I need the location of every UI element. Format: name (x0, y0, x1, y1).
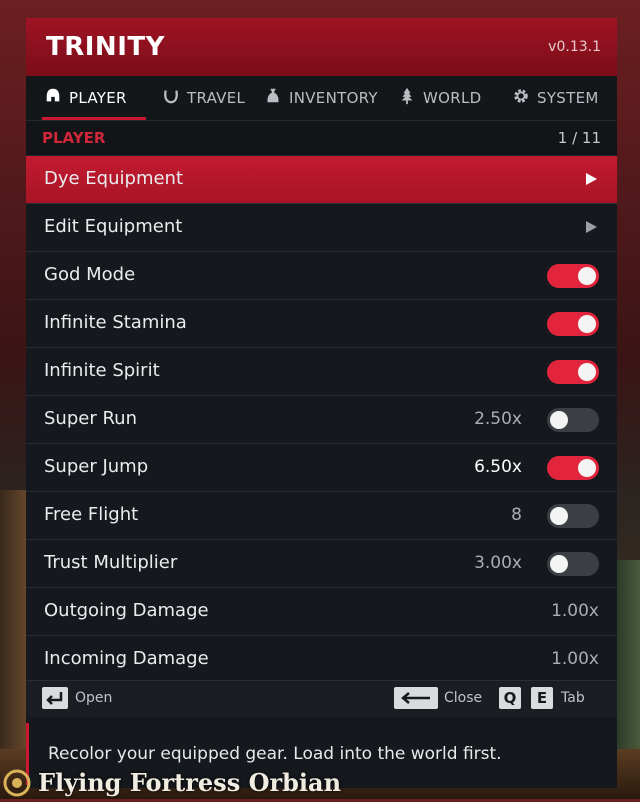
open-hint: Open (75, 690, 113, 706)
gear-icon (512, 87, 530, 109)
tab-player[interactable]: PLAYER (42, 76, 146, 120)
option-outgoing-damage[interactable]: Outgoing Damage 1.00x (26, 588, 617, 636)
tab-travel-label: TRAVEL (187, 89, 246, 107)
toggle-switch[interactable] (547, 504, 599, 528)
backspace-key-icon (394, 687, 438, 709)
toggle-switch[interactable] (547, 552, 599, 576)
tab-system-label: SYSTEM (537, 89, 599, 107)
tab-travel[interactable]: TRAVEL (162, 76, 245, 120)
option-label: Super Run (44, 408, 137, 429)
horseshoe-icon (162, 87, 180, 109)
toggle-knob (578, 459, 596, 477)
section-title: PLAYER (42, 129, 106, 147)
option-label: Super Jump (44, 456, 149, 477)
toggle-knob (578, 315, 596, 333)
toggle-switch[interactable] (547, 360, 599, 384)
option-infinite-stamina[interactable]: Infinite Stamina (26, 300, 617, 348)
tab-hint: Tab (561, 690, 585, 706)
app-version: v0.13.1 (548, 39, 601, 55)
option-value: 1.00x (551, 601, 599, 621)
tab-inventory-label: INVENTORY (289, 89, 378, 107)
section-header: PLAYER 1 / 11 (26, 121, 617, 156)
toggle-knob (578, 267, 596, 285)
option-label: Edit Equipment (44, 216, 183, 237)
toggle-knob (578, 363, 596, 381)
location-name: Flying Fortress Orbian (38, 768, 342, 797)
helmet-icon (44, 87, 62, 109)
submenu-arrow-icon (586, 173, 597, 185)
option-label: Incoming Damage (44, 648, 209, 669)
option-value: 2.50x (474, 409, 522, 429)
tab-system[interactable]: SYSTEM (512, 76, 599, 120)
tree-icon (398, 87, 416, 109)
option-value: 3.00x (474, 553, 522, 573)
tab-world-label: WORLD (423, 89, 482, 107)
option-label: Trust Multiplier (44, 552, 178, 573)
submenu-arrow-icon (586, 221, 597, 233)
option-super-jump[interactable]: Super Jump 6.50x (26, 444, 617, 492)
enter-key-icon (42, 687, 68, 709)
tab-inventory[interactable]: INVENTORY (264, 76, 378, 120)
option-label: Outgoing Damage (44, 600, 209, 621)
tab-player-label: PLAYER (69, 89, 127, 107)
option-super-run[interactable]: Super Run 2.50x (26, 396, 617, 444)
location-emblem-icon (2, 768, 32, 798)
toggle-knob (550, 555, 568, 573)
option-trust-multiplier[interactable]: Trust Multiplier 3.00x (26, 540, 617, 588)
option-label: God Mode (44, 264, 136, 285)
option-free-flight[interactable]: Free Flight 8 (26, 492, 617, 540)
option-list: Dye Equipment Edit Equipment God Mode In… (26, 156, 617, 684)
toggle-switch[interactable] (547, 456, 599, 480)
option-dye-equipment[interactable]: Dye Equipment (26, 156, 617, 204)
option-value: 8 (511, 505, 522, 525)
sack-icon (264, 87, 282, 109)
toggle-switch[interactable] (547, 312, 599, 336)
e-key-icon: E (531, 687, 553, 709)
option-infinite-spirit[interactable]: Infinite Spirit (26, 348, 617, 396)
option-label: Infinite Spirit (44, 360, 160, 381)
option-value: 6.50x (474, 457, 522, 477)
page-counter: 1 / 11 (557, 129, 601, 147)
option-incoming-damage[interactable]: Incoming Damage 1.00x (26, 636, 617, 684)
trainer-menu-panel: TRINITY v0.13.1 PLAYER TRAVEL INVENTORY (26, 18, 617, 788)
toggle-switch[interactable] (547, 408, 599, 432)
option-value: 1.00x (551, 649, 599, 669)
toggle-switch[interactable] (547, 264, 599, 288)
option-label: Infinite Stamina (44, 312, 187, 333)
description-text: Recolor your equipped gear. Load into th… (48, 744, 502, 764)
tab-world[interactable]: WORLD (398, 76, 481, 120)
option-label: Free Flight (44, 504, 139, 525)
option-edit-equipment[interactable]: Edit Equipment (26, 204, 617, 252)
toggle-knob (550, 411, 568, 429)
close-hint: Close (444, 690, 483, 706)
q-key-icon: Q (499, 687, 521, 709)
key-hints-bar: Open Close Q E Tab (26, 680, 617, 717)
option-label: Dye Equipment (44, 168, 184, 189)
option-god-mode[interactable]: God Mode (26, 252, 617, 300)
toggle-knob (550, 507, 568, 525)
app-title: TRINITY (46, 32, 165, 62)
tab-bar: PLAYER TRAVEL INVENTORY WORLD SYSTEM (26, 76, 617, 121)
menu-header: TRINITY v0.13.1 (26, 18, 617, 76)
